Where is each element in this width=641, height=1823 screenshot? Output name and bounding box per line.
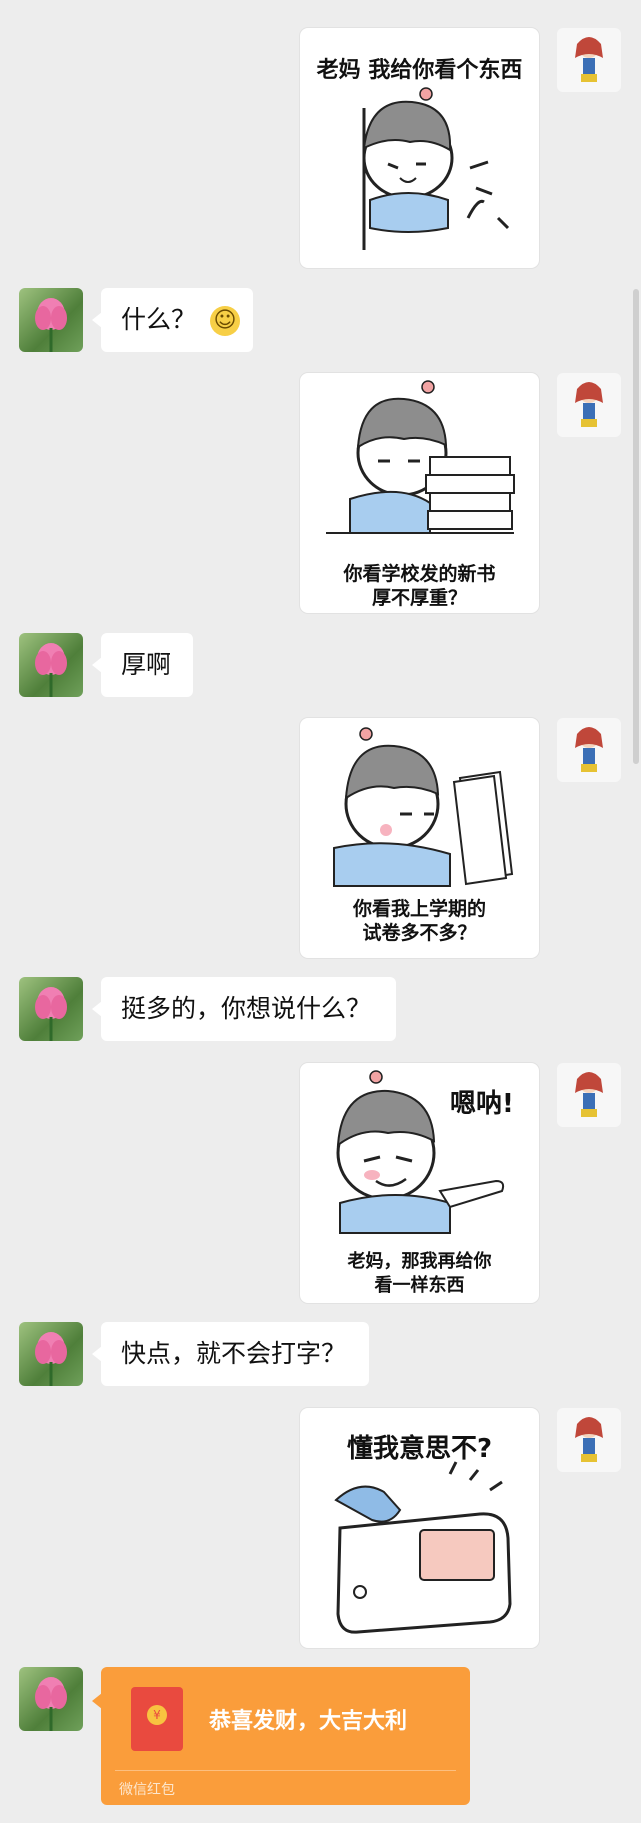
message-text: 厚啊 — [121, 650, 172, 679]
sticker-caption: 厚不厚重？ — [371, 587, 467, 609]
message-text: 快点，就不会打字？ — [121, 1339, 347, 1368]
lotus-flower-icon — [35, 643, 67, 697]
sticker-message[interactable]: 你看学校发的新书 厚不厚重？ — [300, 373, 539, 613]
self-avatar[interactable] — [557, 28, 621, 92]
girl-avatar-icon — [575, 1417, 603, 1462]
contact-avatar[interactable] — [19, 633, 83, 697]
red-envelope-icon: ¥ — [131, 1687, 183, 1751]
hand-opening-wallet-illustration — [334, 1461, 512, 1634]
girl-avatar-icon — [575, 37, 603, 82]
girl-avatar-icon — [575, 1072, 603, 1117]
red-packet-title: 恭喜发财，大吉大利 — [209, 1709, 408, 1734]
sticker-caption: 老妈，那我再给你 — [347, 1251, 492, 1272]
self-avatar[interactable] — [557, 718, 621, 782]
sticker-message[interactable]: 嗯呐! 老妈，那我再给你 看一样东西 — [300, 1063, 539, 1303]
cartoon-boy-peek-illustration — [362, 87, 510, 250]
self-avatar[interactable] — [557, 373, 621, 437]
sticker-message[interactable]: 你看我上学期的 试卷多不多？ — [300, 718, 539, 958]
message-text: 什么？ — [121, 305, 197, 334]
coin-icon: ¥ — [147, 1705, 167, 1725]
contact-avatar[interactable] — [19, 1322, 83, 1386]
red-packet-footer: 微信红包 — [119, 1782, 175, 1798]
contact-avatar[interactable] — [19, 1667, 83, 1731]
sticker-caption: 试卷多不多？ — [362, 922, 477, 944]
text-message[interactable]: 什么？ ☺ — [92, 288, 253, 352]
text-message[interactable]: 挺多的，你想说什么？ — [92, 977, 396, 1041]
lotus-flower-icon — [35, 1677, 67, 1731]
contact-avatar[interactable] — [19, 288, 83, 352]
sticker-caption: 看一样东西 — [374, 1275, 465, 1296]
lotus-flower-icon — [35, 298, 67, 352]
message-text: 挺多的，你想说什么？ — [121, 994, 372, 1023]
chat-window: 老妈 我给你看个东西 什么？ ☺ 你看学校发的新书 厚不厚重？ 厚啊 你看我上学… — [0, 0, 641, 1823]
sticker-message[interactable]: 老妈 我给你看个东西 — [300, 28, 539, 268]
lotus-flower-icon — [35, 987, 67, 1041]
girl-avatar-icon — [575, 727, 603, 772]
text-message[interactable]: 厚啊 — [92, 633, 193, 697]
scrollbar[interactable] — [633, 289, 639, 764]
smile-emoji-icon: ☺ — [209, 306, 240, 336]
self-avatar[interactable] — [557, 1408, 621, 1472]
text-message[interactable]: 快点，就不会打字？ — [92, 1322, 369, 1386]
lotus-flower-icon — [35, 1332, 67, 1386]
sticker-caption: 你看学校发的新书 — [343, 563, 496, 585]
red-packet-message[interactable]: ¥ 恭喜发财，大吉大利 微信红包 — [92, 1667, 470, 1805]
sticker-caption: 你看我上学期的 — [352, 898, 486, 920]
divider — [115, 1770, 456, 1771]
self-avatar[interactable] — [557, 1063, 621, 1127]
girl-avatar-icon — [575, 382, 603, 427]
sticker-message[interactable]: 懂我意思不? — [300, 1408, 539, 1648]
contact-avatar[interactable] — [19, 977, 83, 1041]
